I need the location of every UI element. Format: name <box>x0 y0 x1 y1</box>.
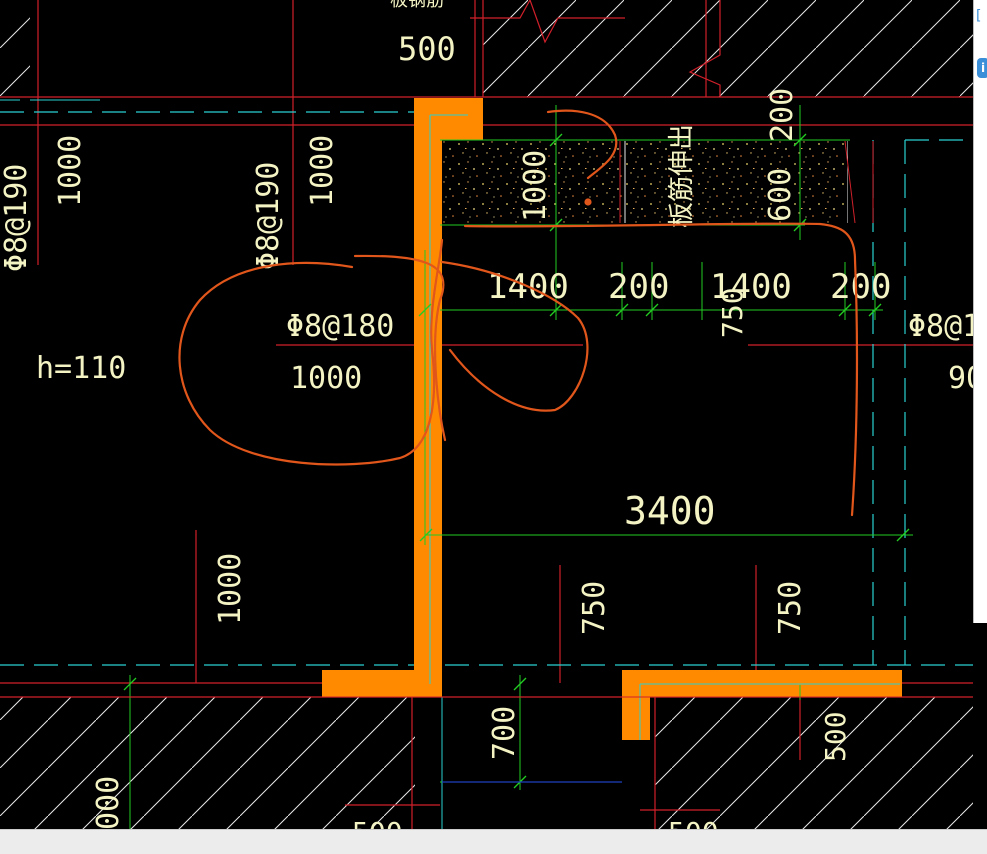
label-dim-750-lower-a: 750 <box>577 581 612 635</box>
label-dim-3400: 3400 <box>624 489 716 533</box>
info-icon[interactable]: i <box>977 58 987 78</box>
label-dim-left-1000: 1000 <box>53 135 88 207</box>
label-dim-750-upper: 750 <box>716 287 749 338</box>
label-h110: h=110 <box>36 351 126 386</box>
wall-bottom-stub <box>622 670 650 740</box>
label-dim-200-top: 200 <box>765 88 800 142</box>
label-hatch-text: 板筋伸出 <box>667 124 697 228</box>
cad-viewport[interactable]: 500 板钢筋 h=110 Φ8@190 1000 Φ8@190 1000 Φ8… <box>0 0 987 854</box>
label-dim-200-b: 200 <box>830 267 891 307</box>
label-dim-600: 600 <box>763 168 798 222</box>
label-dim-700: 700 <box>487 706 522 760</box>
label-rebar-left: Φ8@190 <box>0 164 34 272</box>
label-dim-500-right: 500 <box>819 711 852 762</box>
status-bar <box>0 829 987 854</box>
label-dim-1000-hatch: 1000 <box>518 150 553 222</box>
panel-bracket-glyph: [ <box>976 8 982 24</box>
label-dim-750-lower-b: 750 <box>773 581 808 635</box>
label-rebar-center: Φ8@180 <box>286 309 394 344</box>
side-panel[interactable]: [ i <box>973 0 987 623</box>
label-rebar-right: Φ8@1 <box>908 309 980 344</box>
label-dim-1000-lower: 1000 <box>213 553 248 625</box>
label-rebar-mid: Φ8@190 <box>251 162 286 270</box>
label-top-500: 500 <box>398 30 456 68</box>
label-dim-200-a: 200 <box>608 267 669 307</box>
label-dim-mid-1000: 1000 <box>305 135 340 207</box>
wall-bottom-left <box>322 670 442 697</box>
label-top-partial: 板钢筋 <box>390 0 444 11</box>
label-dim-bottom-left: 000 <box>91 776 126 830</box>
label-dim-center-1000: 1000 <box>290 361 362 396</box>
rebar-extension-strip <box>443 140 874 224</box>
structural-plan-drawing: 500 板钢筋 h=110 Φ8@190 1000 Φ8@190 1000 Φ8… <box>0 0 984 849</box>
